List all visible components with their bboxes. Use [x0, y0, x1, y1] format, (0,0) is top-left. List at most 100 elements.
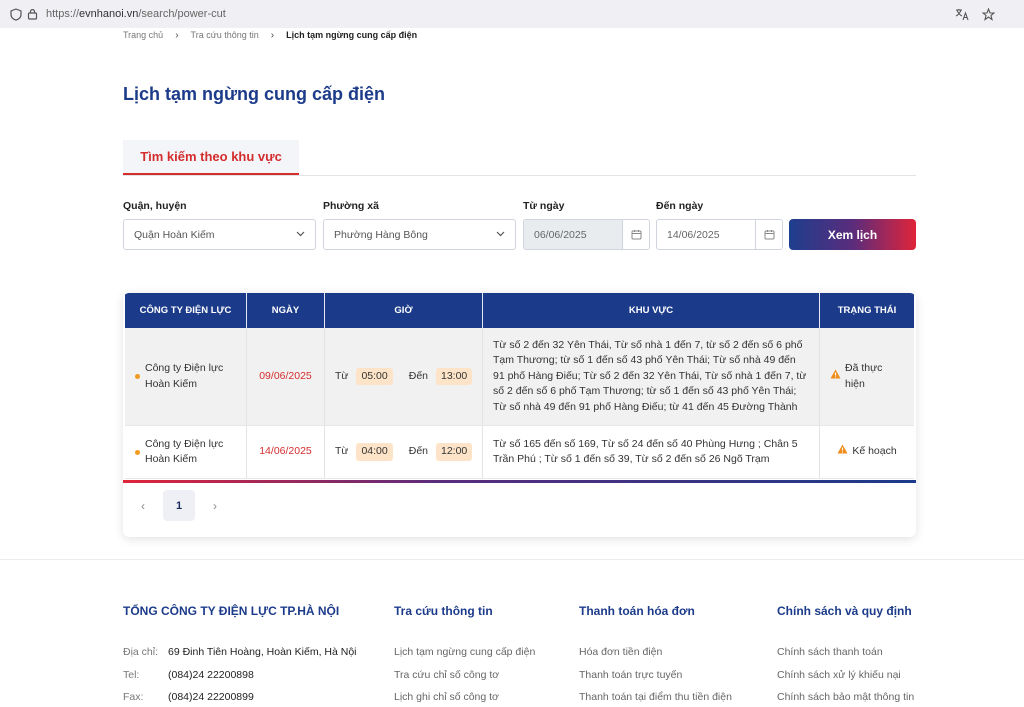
chevron-right-icon: › — [175, 29, 179, 41]
date-cell: 09/06/2025 — [247, 328, 325, 425]
header-company: CÔNG TY ĐIỆN LỰC — [125, 293, 247, 328]
to-date-label: Đến ngày — [656, 200, 704, 212]
warning-icon — [837, 444, 848, 460]
translate-icon[interactable] — [954, 6, 970, 22]
company-line2: Hoàn Kiếm — [145, 453, 197, 465]
from-word: Từ — [335, 369, 349, 382]
url-protocol: https:// — [46, 8, 80, 20]
bullet-dot-icon — [135, 374, 140, 379]
company-line1: Công ty Điện lực — [145, 437, 224, 450]
area-cell: Từ số 165 đến số 169, Từ số 24 đến số 40… — [483, 426, 820, 478]
footer-policy-title: Chính sách và quy định — [777, 604, 912, 618]
url-path: /search/power-cut — [138, 8, 226, 20]
chevron-right-icon[interactable]: › — [205, 493, 225, 519]
district-select[interactable]: Quận Hoàn Kiếm — [123, 219, 316, 250]
ward-select[interactable]: Phường Hàng Bông — [323, 219, 516, 250]
company-name: Công ty Điện lực Hoàn Kiếm — [145, 437, 223, 468]
chevron-right-icon: › — [270, 29, 275, 41]
table-row: Công ty Điện lực Hoàn Kiếm 09/06/2025 Từ … — [125, 328, 914, 426]
footer-link-bill[interactable]: Hóa đơn tiền điện — [579, 646, 662, 658]
footer-link-power-cut[interactable]: Lịch tạm ngừng cung cấp điện — [394, 646, 535, 658]
address-value: 69 Đinh Tiên Hoàng, Hoàn Kiếm, Hà Nội — [168, 646, 357, 658]
browser-toolbar: https://evnhanoi.vn/search/power-cut — [0, 0, 1024, 28]
to-word: Đến — [408, 445, 428, 458]
footer-link-payment-points[interactable]: Thanh toán tại điểm thu tiền điện — [579, 691, 732, 703]
status-badge: Kế hoạch — [852, 445, 897, 458]
end-time: 13:00 — [436, 367, 473, 386]
from-date-value: 06/06/2025 — [524, 220, 622, 249]
lock-icon[interactable] — [24, 6, 40, 22]
page-number-current[interactable]: 1 — [163, 490, 195, 521]
footer-payment-title: Thanh toán hóa đơn — [579, 604, 695, 618]
footer-link-reading-schedule[interactable]: Lịch ghi chỉ số công tơ — [394, 691, 499, 703]
address-label: Địa chỉ: — [123, 646, 159, 658]
footer-company-title: TỔNG CÔNG TY ĐIỆN LỰC TP.HÀ NỘI — [123, 604, 340, 618]
breadcrumb-current: Lịch tạm ngừng cung cấp điện — [286, 30, 418, 40]
breadcrumb-lookup[interactable]: Tra cứu thông tin — [191, 30, 259, 40]
footer-link-privacy-policy[interactable]: Chính sách bảo mật thông tin — [777, 691, 914, 703]
shield-icon[interactable] — [8, 6, 24, 22]
tab-search-by-area[interactable]: Tìm kiếm theo khu vực — [123, 140, 299, 175]
ward-value: Phường Hàng Bông — [334, 228, 428, 241]
to-date-field[interactable]: 14/06/2025 — [656, 219, 783, 250]
status-badge: Đã thực hiện — [845, 362, 883, 390]
company-line1: Công ty Điện lực — [145, 362, 224, 374]
time-cell: Từ 05:00 Đến 13:00 — [325, 328, 483, 425]
district-label: Quận, huyện — [123, 200, 187, 212]
tel-value[interactable]: (084)24 22200898 — [168, 669, 254, 681]
tel-label: Tel: — [123, 669, 140, 681]
footer-divider — [0, 559, 1024, 560]
table-divider — [123, 480, 916, 483]
from-date-field[interactable]: 06/06/2025 — [523, 219, 650, 250]
pagination: ‹ 1 › — [133, 490, 225, 521]
table-header: CÔNG TY ĐIỆN LỰC NGÀY GIỜ KHU VỰC TRẠNG … — [125, 293, 914, 328]
chevron-down-icon — [296, 229, 305, 240]
from-date-label: Từ ngày — [523, 200, 565, 212]
company-name: Công ty Điện lực Hoàn Kiếm — [145, 361, 223, 392]
calendar-icon[interactable] — [622, 220, 649, 249]
start-time: 05:00 — [356, 367, 393, 386]
warning-icon — [830, 369, 841, 385]
bookmark-star-icon[interactable] — [980, 6, 996, 22]
header-time: GIỜ — [325, 293, 483, 328]
district-value: Quận Hoàn Kiếm — [134, 228, 215, 241]
header-status: TRẠNG THÁI — [837, 305, 897, 316]
footer-link-payment-policy[interactable]: Chính sách thanh toán — [777, 646, 883, 658]
time-cell: Từ 04:00 Đến 12:00 — [325, 426, 483, 478]
status-cell: Đã thực hiện — [820, 328, 914, 425]
bullet-dot-icon — [135, 449, 140, 455]
results-table: CÔNG TY ĐIỆN LỰC NGÀY GIỜ KHU VỰC TRẠNG … — [123, 293, 916, 537]
footer-link-online-payment[interactable]: Thanh toán trực tuyến — [579, 669, 682, 681]
company-cell: Công ty Điện lực Hoàn Kiếm — [125, 426, 247, 478]
url-domain: evnhanoi.vn — [79, 8, 139, 20]
search-tabs: Tìm kiếm theo khu vực — [123, 140, 916, 176]
page-title: Lịch tạm ngừng cung cấp điện — [123, 84, 386, 104]
address-bar[interactable]: https://evnhanoi.vn/search/power-cut — [46, 8, 226, 20]
from-word: Từ — [335, 445, 349, 458]
header-area: KHU VỰC — [483, 293, 820, 328]
table-row: Công ty Điện lực Hoàn Kiếm 14/06/2025 Từ … — [125, 426, 914, 479]
fax-label: Fax: — [123, 691, 144, 703]
calendar-icon[interactable] — [755, 220, 782, 249]
ward-label: Phường xã — [323, 200, 379, 212]
chevron-down-icon — [496, 229, 505, 240]
fax-value: (084)24 22200899 — [168, 691, 254, 703]
area-cell: Từ số 2 đến 32 Yên Thái, Từ số nhà 1 đến… — [483, 328, 820, 425]
company-line2: Hoàn Kiếm — [145, 377, 197, 390]
status-cell: Kế hoạch — [820, 426, 914, 478]
breadcrumb-home[interactable]: Trang chủ — [123, 30, 163, 40]
footer-tel: Tel: (084)24 22200898 — [123, 669, 254, 681]
chevron-left-icon[interactable]: ‹ — [133, 493, 153, 519]
breadcrumb: Trang chủ › Tra cứu thông tin › Lịch tạm… — [123, 28, 417, 42]
footer-link-complaint-policy[interactable]: Chính sách xử lý khiếu nại — [777, 669, 901, 681]
company-cell: Công ty Điện lực Hoàn Kiếm — [125, 328, 247, 425]
view-schedule-button[interactable]: Xem lịch — [789, 219, 916, 250]
footer-fax: Fax: (084)24 22200899 — [123, 691, 254, 703]
header-date: NGÀY — [247, 293, 325, 328]
footer-link-meter-reading[interactable]: Tra cứu chỉ số công tơ — [394, 669, 499, 681]
end-time: 12:00 — [436, 443, 473, 461]
footer-address: Địa chỉ: 69 Đinh Tiên Hoàng, Hoàn Kiếm, H… — [123, 646, 357, 658]
date-cell: 14/06/2025 — [247, 426, 325, 478]
footer-lookup-title: Tra cứu thông tin — [394, 604, 493, 618]
to-word: Đến — [408, 369, 428, 382]
